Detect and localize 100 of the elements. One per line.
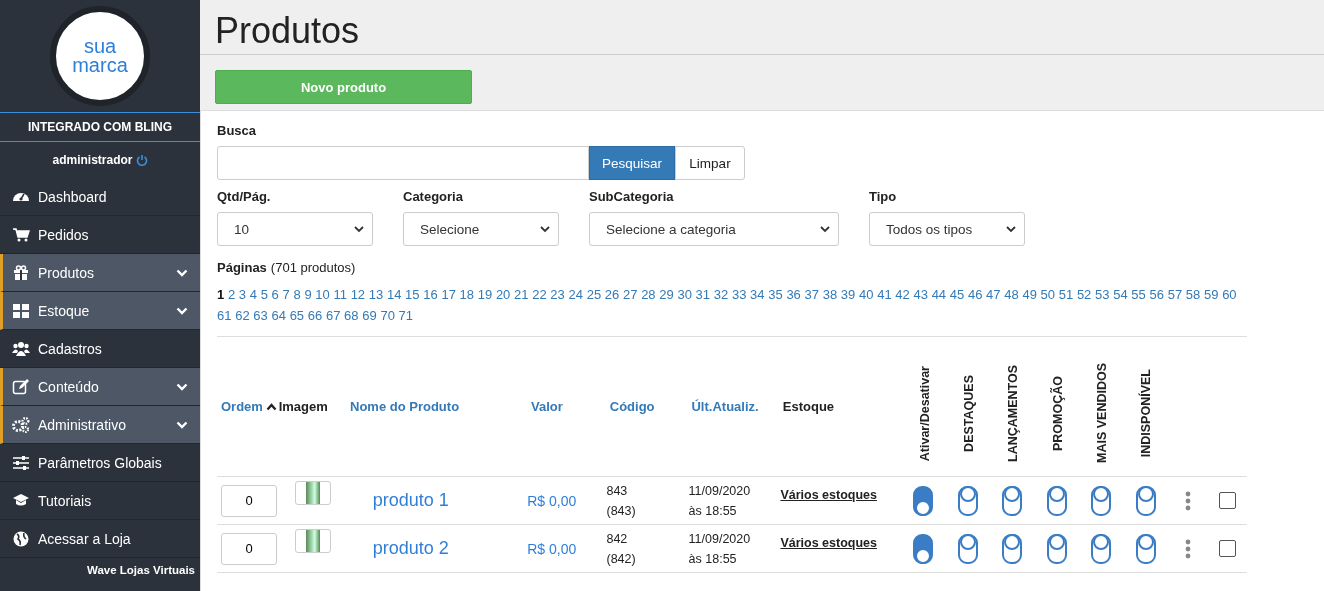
page-link[interactable]: 37 — [804, 284, 819, 305]
search-field[interactable] — [217, 146, 589, 180]
page-link[interactable]: 5 — [260, 284, 268, 305]
order-field[interactable]: 0 — [221, 484, 277, 517]
page-link[interactable]: 25 — [586, 284, 602, 305]
page-link[interactable]: 60 — [1222, 284, 1237, 305]
page-link[interactable]: 19 — [477, 284, 493, 305]
page-link[interactable]: 67 — [325, 305, 341, 326]
price-link[interactable]: R$ 0,00 — [527, 492, 607, 509]
new-product-button[interactable]: Novo produto — [215, 70, 472, 104]
page-link[interactable]: 34 — [750, 284, 765, 305]
toggle-switch[interactable] — [1091, 485, 1112, 516]
page-link[interactable]: 46 — [967, 284, 983, 305]
dropdown[interactable]: 10 — [217, 212, 373, 246]
page-link[interactable]: 16 — [423, 284, 438, 305]
page-link[interactable]: 23 — [550, 284, 565, 305]
page-link[interactable]: 21 — [514, 284, 529, 305]
page-link[interactable]: 7 — [282, 284, 290, 305]
column-header[interactable]: Código — [609, 399, 655, 414]
sidebar-item[interactable]: Conteúdo — [0, 368, 200, 406]
page-link[interactable]: 54 — [1113, 284, 1128, 305]
page-link[interactable]: 4 — [249, 284, 257, 305]
page-link[interactable]: 28 — [641, 284, 656, 305]
page-link[interactable]: 55 — [1131, 284, 1146, 305]
product-name-link[interactable]: produto 2 — [372, 538, 528, 559]
toggle-switch[interactable] — [1135, 485, 1156, 516]
column-header[interactable]: Valor — [530, 399, 563, 414]
page-link[interactable]: 42 — [895, 284, 910, 305]
page-link[interactable]: 63 — [253, 305, 268, 326]
page-link[interactable]: 40 — [859, 284, 874, 305]
order-field[interactable]: 0 — [221, 532, 277, 565]
toggle-switch[interactable] — [1002, 533, 1023, 564]
toggle-switch[interactable] — [1002, 485, 1023, 516]
toggle-switch[interactable] — [913, 533, 934, 564]
column-header[interactable]: Últ.Atualiz. — [691, 399, 759, 414]
page-link[interactable]: 70 — [380, 305, 395, 326]
page-link[interactable]: 59 — [1204, 284, 1219, 305]
column-header[interactable]: Nome do Produto — [350, 399, 460, 414]
toggle-switch[interactable] — [957, 533, 978, 564]
page-link[interactable]: 38 — [822, 284, 838, 305]
page-link[interactable]: 2 — [227, 284, 236, 305]
clear-button[interactable]: Limpar — [675, 146, 745, 180]
page-link[interactable]: 65 — [289, 305, 305, 326]
page-link[interactable]: 71 — [398, 305, 414, 326]
page-link[interactable]: 30 — [677, 284, 692, 305]
column-header[interactable]: Ordem — [221, 399, 263, 414]
page-link[interactable]: 27 — [623, 284, 638, 305]
toggle-switch[interactable] — [1046, 533, 1067, 564]
page-link[interactable]: 49 — [1022, 284, 1037, 305]
page-link[interactable]: 32 — [713, 284, 729, 305]
toggle-switch[interactable] — [1135, 533, 1156, 564]
page-link[interactable]: 53 — [1095, 284, 1110, 305]
more-options-icon[interactable] — [1185, 538, 1192, 559]
page-link[interactable]: 45 — [949, 284, 965, 305]
page-link[interactable]: 26 — [604, 284, 620, 305]
page-link[interactable]: 29 — [659, 284, 674, 305]
page-link[interactable]: 11 — [333, 284, 347, 305]
page-link[interactable]: 31 — [695, 284, 711, 305]
page-link[interactable]: 24 — [568, 284, 583, 305]
page-link[interactable]: 12 — [350, 284, 366, 305]
page-link[interactable]: 52 — [1076, 284, 1092, 305]
page-link[interactable]: 14 — [386, 284, 402, 305]
page-link[interactable]: 62 — [235, 305, 250, 326]
sidebar-item[interactable]: Produtos — [0, 254, 200, 292]
dropdown[interactable]: Selecione a categoria — [589, 212, 839, 246]
sidebar-item[interactable]: Acessar a Loja — [0, 520, 200, 558]
sidebar-item[interactable]: Administrativo — [0, 406, 200, 444]
page-link[interactable]: 15 — [405, 284, 420, 305]
page-link[interactable]: 8 — [293, 284, 301, 305]
toggle-switch[interactable] — [913, 485, 934, 516]
page-link[interactable]: 69 — [362, 305, 377, 326]
page-link[interactable]: 58 — [1185, 284, 1201, 305]
page-link[interactable]: 1 — [217, 284, 225, 305]
page-link[interactable]: 68 — [344, 305, 359, 326]
product-name-link[interactable]: produto 1 — [372, 490, 528, 511]
page-link[interactable]: 13 — [368, 284, 384, 305]
page-link[interactable]: 22 — [532, 284, 547, 305]
page-link[interactable]: 39 — [840, 284, 856, 305]
page-link[interactable]: 35 — [768, 284, 783, 305]
page-link[interactable]: 36 — [786, 284, 801, 305]
price-link[interactable]: R$ 0,00 — [527, 540, 607, 557]
page-link[interactable]: 44 — [931, 284, 947, 305]
stock-link[interactable]: Vários estoques — [780, 535, 877, 550]
toggle-switch[interactable] — [1091, 533, 1112, 564]
more-options-icon[interactable] — [1185, 490, 1192, 511]
search-button[interactable]: Pesquisar — [589, 146, 675, 180]
power-icon[interactable] — [135, 154, 148, 166]
page-link[interactable]: 10 — [315, 284, 330, 305]
page-link[interactable]: 20 — [495, 284, 511, 305]
page-link[interactable]: 3 — [238, 284, 247, 305]
toggle-switch[interactable] — [1046, 485, 1067, 516]
page-link[interactable]: 41 — [877, 284, 892, 305]
toggle-switch[interactable] — [957, 485, 978, 516]
sidebar-item[interactable]: Estoque — [0, 292, 200, 330]
page-link[interactable]: 48 — [1004, 284, 1019, 305]
row-checkbox[interactable] — [1219, 492, 1237, 509]
row-checkbox[interactable] — [1219, 540, 1237, 557]
page-link[interactable]: 51 — [1058, 284, 1074, 305]
page-link[interactable]: 9 — [304, 284, 312, 305]
page-link[interactable]: 17 — [441, 284, 456, 305]
